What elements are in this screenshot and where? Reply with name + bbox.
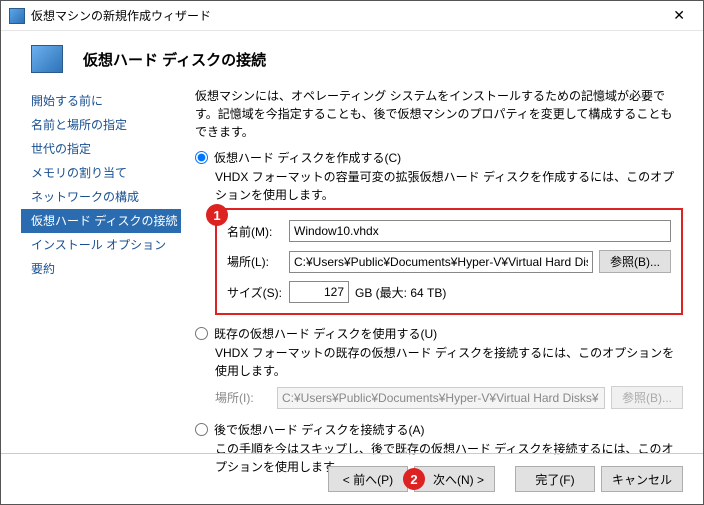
finish-button[interactable]: 完了(F) [515,466,595,492]
wizard-footer: < 前へ(P) 2 次へ(N) > 完了(F) キャンセル [1,453,703,504]
option-existing: 既存の仮想ハード ディスクを使用する(U) [195,325,683,342]
size-label: サイズ(S): [227,284,283,301]
location-input[interactable] [289,251,593,273]
create-desc: VHDX フォーマットの容量可変の拡張仮想ハード ディスクを作成するには、このオ… [215,168,683,204]
window-title: 仮想マシンの新規作成ウィザード [31,7,663,24]
radio-later-label: 後で仮想ハード ディスクを接続する(A) [214,421,425,438]
wizard-steps: 開始する前に 名前と場所の指定 世代の指定 メモリの割り当て ネットワークの構成… [21,83,181,438]
highlight-box-1: 1 名前(M): 場所(L): 参照(B)... サイズ(S): GB (最大:… [215,208,683,315]
close-icon[interactable]: ✕ [663,5,695,26]
callout-2: 2 [403,468,425,490]
step-memory[interactable]: メモリの割り当て [21,161,181,185]
titlebar: 仮想マシンの新規作成ウィザード ✕ [1,1,703,31]
step-before-begin[interactable]: 開始する前に [21,89,181,113]
app-icon [9,8,25,24]
next-button[interactable]: 次へ(N) > [414,466,495,492]
intro-text: 仮想マシンには、オペレーティング システムをインストールするための記憶域が必要で… [195,87,683,141]
radio-create[interactable] [195,151,208,164]
step-generation[interactable]: 世代の指定 [21,137,181,161]
radio-existing[interactable] [195,327,208,340]
browse-button[interactable]: 参照(B)... [599,250,671,273]
radio-existing-label: 既存の仮想ハード ディスクを使用する(U) [214,325,437,342]
wizard-icon [31,45,63,73]
name-label: 名前(M): [227,223,283,240]
existing-browse-button: 参照(B)... [611,386,683,409]
page-title: 仮想ハード ディスクの接続 [83,49,266,70]
cancel-button[interactable]: キャンセル [601,466,683,492]
existing-location-label: 場所(I): [215,389,271,406]
step-install-options[interactable]: インストール オプション [21,233,181,257]
step-network[interactable]: ネットワークの構成 [21,185,181,209]
location-label: 場所(L): [227,253,283,270]
size-suffix: GB (最大: 64 TB) [355,284,446,301]
existing-desc: VHDX フォーマットの既存の仮想ハード ディスクを接続するには、このオプション… [215,344,683,380]
radio-later[interactable] [195,423,208,436]
existing-location-row: 場所(I): 参照(B)... [215,386,683,409]
size-input[interactable] [289,281,349,303]
step-summary[interactable]: 要約 [21,257,181,281]
wizard-header: 仮想ハード ディスクの接続 [1,31,703,83]
radio-create-label: 仮想ハード ディスクを作成する(C) [214,149,401,166]
step-name-location[interactable]: 名前と場所の指定 [21,113,181,137]
wizard-main: 仮想マシンには、オペレーティング システムをインストールするための記憶域が必要で… [195,83,683,438]
prev-button[interactable]: < 前へ(P) [328,466,408,492]
option-create: 仮想ハード ディスクを作成する(C) [195,149,683,166]
existing-location-input [277,387,605,409]
step-vhd-connect[interactable]: 仮想ハード ディスクの接続 [21,209,181,233]
option-later: 後で仮想ハード ディスクを接続する(A) [195,421,683,438]
callout-1: 1 [206,204,228,226]
name-input[interactable] [289,220,671,242]
